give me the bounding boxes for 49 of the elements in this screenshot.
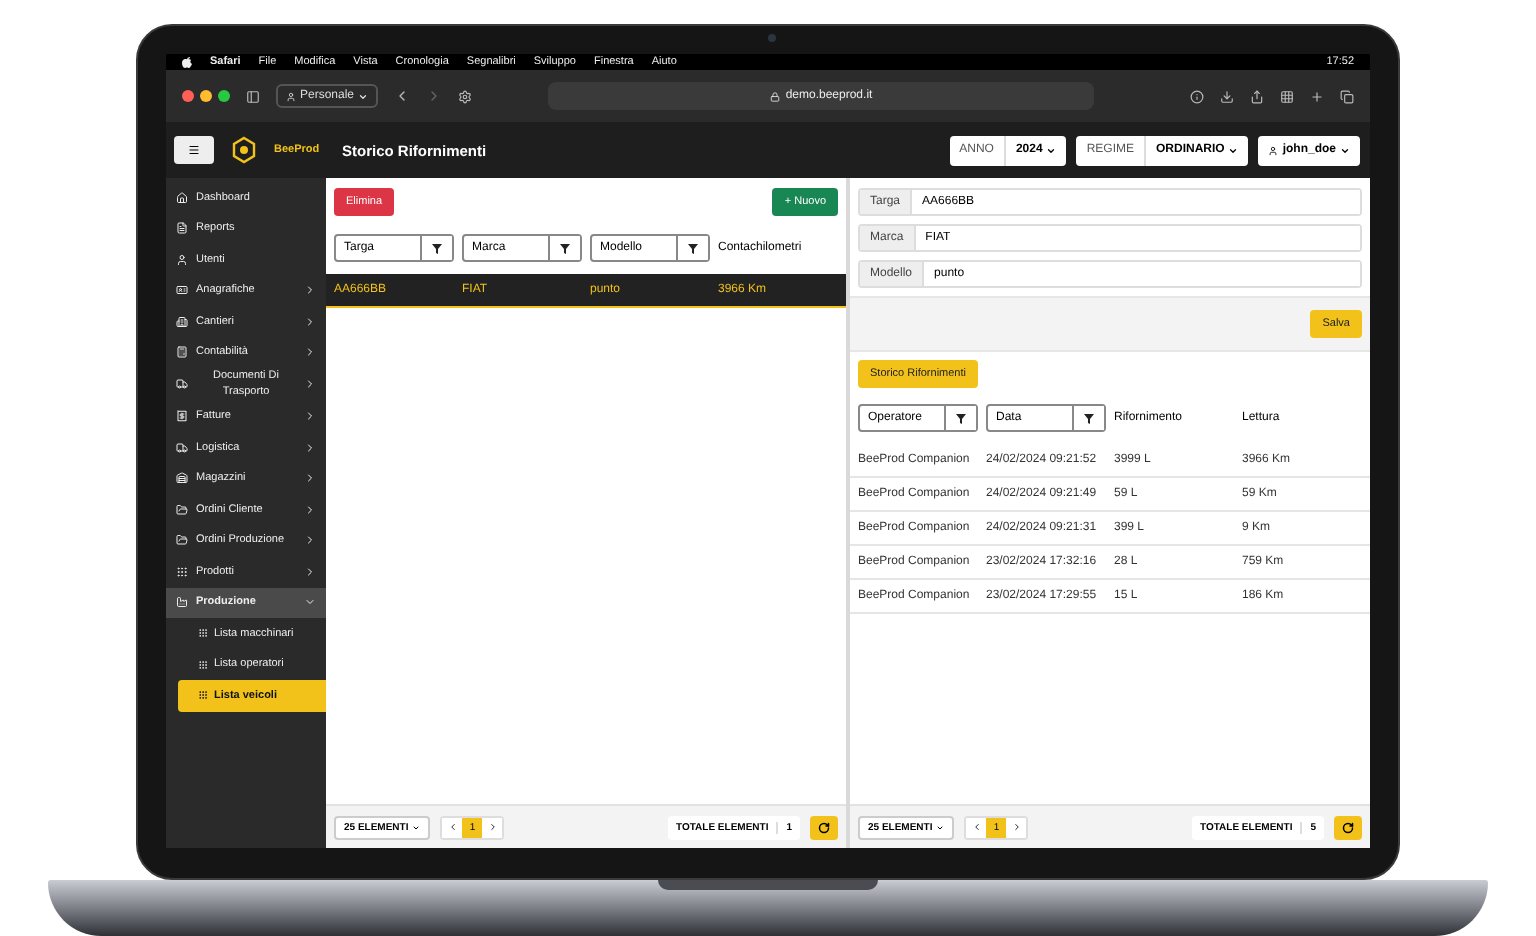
truck-icon [176, 441, 188, 454]
chevron-left-icon [971, 822, 982, 832]
download-icon[interactable] [1220, 89, 1234, 103]
user-icon [1268, 145, 1279, 155]
camera-icon [768, 34, 776, 42]
filter-icon [560, 243, 570, 253]
filter-icon [688, 243, 698, 253]
sidebar-icon[interactable] [246, 89, 260, 103]
filter-icon [432, 243, 442, 253]
document-icon [176, 222, 188, 235]
info-icon[interactable] [1190, 89, 1204, 103]
id-card-icon [176, 284, 188, 297]
refresh-button[interactable] [810, 815, 838, 839]
user-icon [176, 253, 188, 266]
lock-icon [769, 91, 780, 101]
menu-button[interactable] [174, 136, 214, 164]
house-icon [176, 191, 188, 204]
factory-icon [176, 596, 188, 609]
chevron-right-icon [1011, 822, 1022, 832]
close-icon[interactable] [182, 90, 194, 102]
folder-icon [176, 503, 188, 516]
building-icon [176, 315, 188, 328]
logo-icon [230, 136, 258, 164]
filter-icon [956, 413, 966, 423]
refresh-button[interactable] [1334, 815, 1362, 839]
caret-icon [1340, 145, 1350, 155]
folder-icon [176, 534, 188, 547]
share-icon[interactable] [1250, 89, 1264, 103]
apple-icon[interactable] [182, 56, 192, 68]
plus-icon[interactable] [1310, 89, 1324, 103]
caret-icon [1228, 145, 1239, 155]
maximize-icon[interactable] [218, 90, 230, 102]
chevron-left-icon [447, 822, 458, 832]
user-icon [286, 91, 296, 101]
caret-icon [1046, 145, 1057, 155]
chevron-right-icon [487, 822, 498, 832]
minimize-icon[interactable] [200, 90, 212, 102]
refresh-icon [818, 821, 830, 833]
caret-icon [358, 91, 369, 101]
tabs-icon[interactable] [1340, 89, 1354, 103]
receipt-icon [176, 410, 188, 423]
grid-icon[interactable] [1280, 89, 1294, 103]
filter-icon [1084, 413, 1094, 423]
refresh-icon [1342, 821, 1354, 833]
settings-icon[interactable] [458, 89, 473, 103]
menu-icon [188, 144, 200, 156]
warehouse-icon [176, 472, 188, 485]
truck-icon [176, 378, 188, 391]
calculator-icon [176, 346, 188, 359]
